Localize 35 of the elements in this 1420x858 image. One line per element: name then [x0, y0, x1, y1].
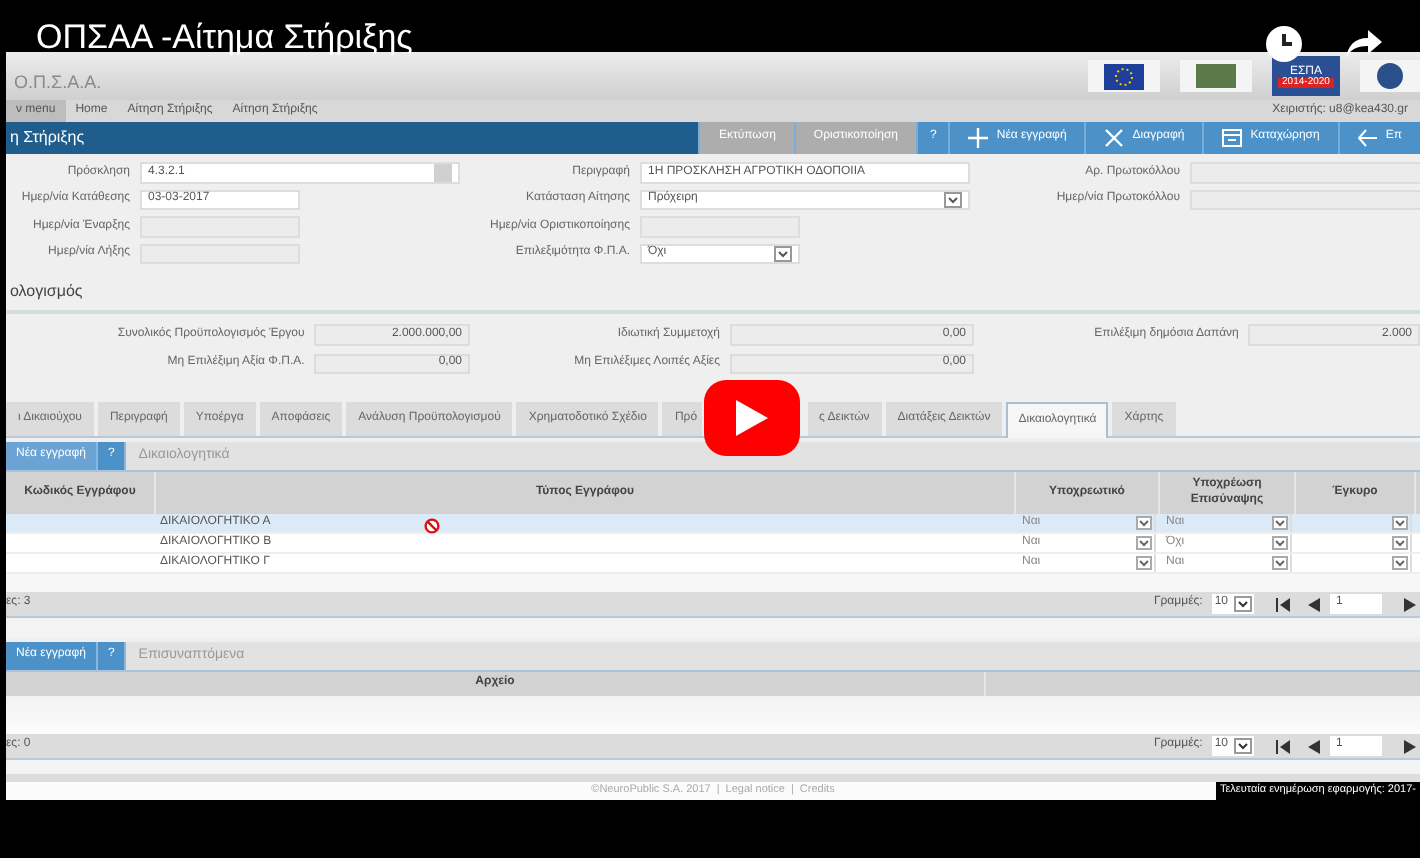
plus-icon: [968, 128, 989, 148]
emblem-logo: [1180, 60, 1252, 92]
caret-icon: [1234, 596, 1252, 612]
video-title: ΟΠΣΑΑ -Αίτημα Στήριξης: [36, 20, 413, 54]
not-allowed-cursor-icon: [424, 518, 440, 534]
caret-icon: [1392, 556, 1408, 570]
caret-icon: [944, 191, 962, 208]
flag-logo: [1088, 60, 1160, 92]
crest-logo: [1360, 60, 1420, 92]
close-icon: [1104, 128, 1125, 148]
caret-icon: [1272, 516, 1288, 530]
first-page-icon[interactable]: [1276, 739, 1290, 753]
next-page-icon[interactable]: [1404, 739, 1416, 753]
caret-icon: [1136, 536, 1152, 550]
caret-icon: [1392, 536, 1408, 550]
play-icon: [735, 400, 768, 436]
previous-page-icon[interactable]: [1308, 739, 1320, 753]
caret-icon: [1136, 556, 1152, 570]
arrow-icon: [1357, 128, 1378, 148]
brand-name: Ο.Π.Σ.Α.Α.: [14, 71, 102, 93]
clock-icon[interactable]: [1266, 26, 1302, 62]
caret-icon: [1272, 556, 1288, 570]
caret-icon: [1234, 738, 1252, 754]
page-title: η Στήριξης: [6, 122, 699, 154]
caret-icon: [774, 245, 792, 262]
first-page-icon[interactable]: [1276, 597, 1290, 611]
previous-page-icon[interactable]: [1308, 597, 1320, 611]
next-page-icon[interactable]: [1404, 597, 1416, 611]
caret-icon: [1272, 536, 1288, 550]
caret-icon: [1392, 516, 1408, 530]
play-button[interactable]: [703, 380, 800, 456]
caret-icon: [1136, 516, 1152, 530]
window-icon: [1222, 128, 1243, 148]
section-title: ολογισμός: [6, 270, 1420, 314]
share-icon[interactable]: [1344, 28, 1384, 60]
